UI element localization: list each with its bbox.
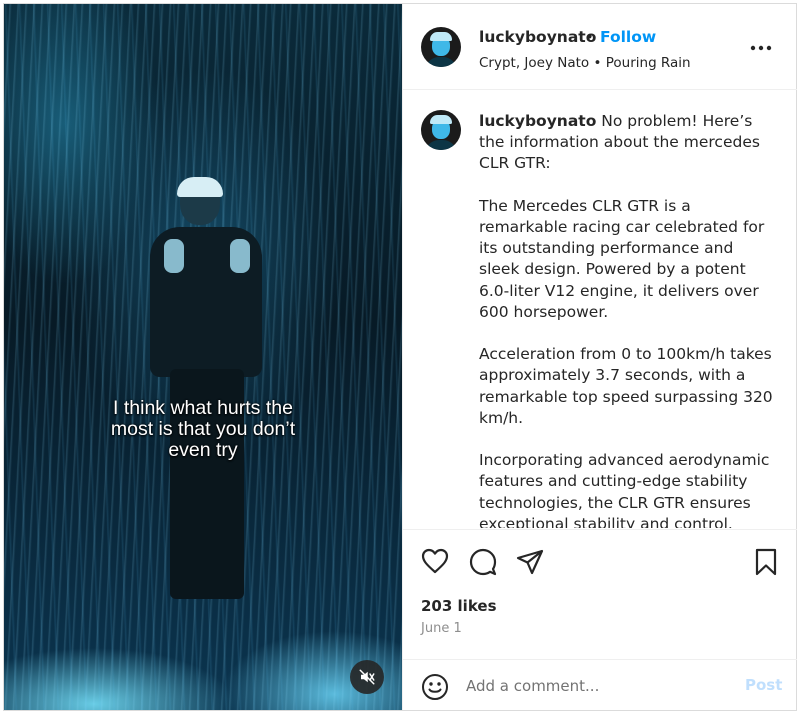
subject-hand-right	[230, 239, 250, 273]
caption-line: I think what hurts the	[113, 397, 293, 419]
like-button[interactable]	[421, 548, 449, 578]
post-actions: 203 likes June 1 Post	[403, 529, 797, 710]
caption-comment-area[interactable]: luckyboynato No problem! Here’s the info…	[403, 91, 797, 528]
speaker-muted-icon	[359, 669, 375, 685]
caption-line: most is that you don’t	[110, 418, 296, 440]
header-username[interactable]: luckyboynato	[479, 28, 596, 46]
comment-button[interactable]	[469, 548, 497, 580]
subject-cap	[177, 177, 223, 197]
bookmark-icon	[755, 548, 777, 576]
likes-count[interactable]: 203 likes	[421, 597, 497, 615]
save-button[interactable]	[754, 548, 778, 580]
post-details-panel: luckyboynato • Follow Crypt, Joey Nato •…	[402, 4, 797, 710]
video-player[interactable]: I think what hurts the most is that you …	[4, 4, 402, 710]
post-header: luckyboynato • Follow Crypt, Joey Nato •…	[403, 4, 797, 90]
audio-artists[interactable]: Crypt, Joey Nato	[479, 55, 589, 71]
share-button[interactable]	[516, 549, 544, 579]
caption-line: even try	[168, 439, 238, 461]
avatar-shoulders	[425, 57, 457, 67]
mute-toggle-button[interactable]	[350, 660, 384, 694]
more-options-button[interactable]	[750, 34, 772, 54]
video-subject	[144, 177, 274, 599]
avatar[interactable]	[421, 110, 461, 150]
emoji-button[interactable]	[421, 673, 449, 705]
comment-input[interactable]	[466, 673, 726, 699]
subject-hand-left	[164, 239, 184, 273]
avatar[interactable]	[421, 27, 461, 67]
caption-username[interactable]: luckyboynato	[479, 112, 596, 130]
post-comment-button[interactable]: Post	[745, 676, 782, 694]
follow-button[interactable]: Follow	[600, 28, 656, 46]
caption-text: No problem! Here’s the information about…	[479, 112, 773, 528]
avatar-hat	[430, 32, 452, 41]
post-date[interactable]: June 1	[421, 621, 462, 636]
heart-icon	[421, 548, 449, 574]
share-icon	[516, 549, 544, 575]
audio-track[interactable]: Pouring Rain	[606, 55, 691, 71]
avatar-hat	[430, 115, 452, 124]
audio-separator: •	[593, 55, 602, 71]
comment-icon	[469, 548, 497, 576]
more-options-icon	[750, 45, 772, 51]
add-comment-bar: Post	[403, 659, 797, 711]
post-caption: luckyboynato No problem! Here’s the info…	[479, 111, 775, 528]
emoji-icon	[422, 674, 448, 700]
header-separator: •	[585, 28, 594, 46]
audio-attribution[interactable]: Crypt, Joey Nato • Pouring Rain	[479, 55, 691, 71]
avatar-shoulders	[425, 140, 457, 150]
video-caption: I think what hurts the most is that you …	[4, 398, 402, 461]
